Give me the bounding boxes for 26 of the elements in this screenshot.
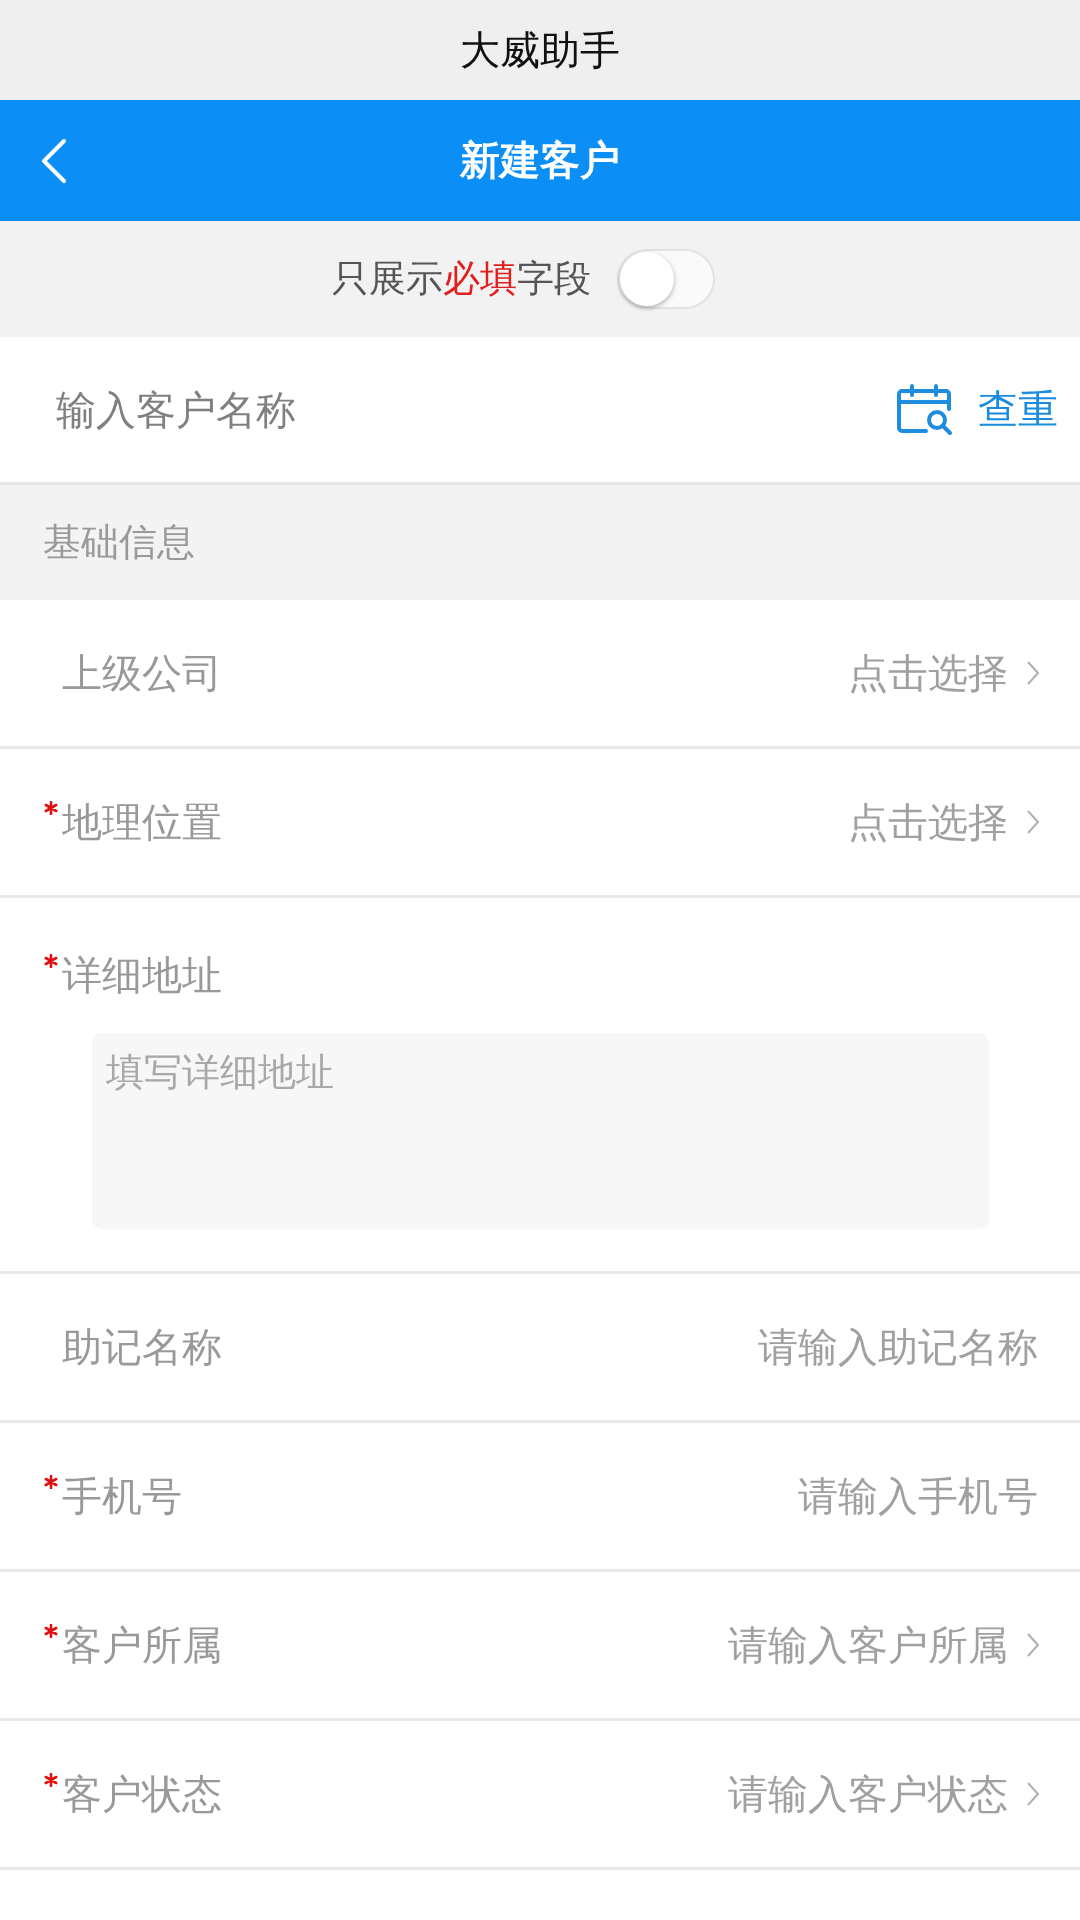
select-picker[interactable]: 请输入客户状态 xyxy=(728,1766,1040,1822)
select-picker[interactable]: 点击选择 xyxy=(848,645,1040,701)
field-label: 详细地址 xyxy=(62,951,222,1000)
address-textarea[interactable]: 填写详细地址 xyxy=(92,1033,989,1229)
chevron-right-icon xyxy=(1026,1781,1040,1807)
back-icon[interactable] xyxy=(40,137,68,184)
chevron-right-icon xyxy=(1026,1632,1040,1658)
section-title: 基础信息 xyxy=(43,519,195,566)
app-title: 大威助手 xyxy=(460,25,620,75)
field-label: 手机号 xyxy=(62,1471,182,1521)
chevron-right-icon xyxy=(1026,809,1040,835)
calendar-search-icon[interactable] xyxy=(896,382,954,437)
field-label: 助记名称 xyxy=(62,1322,222,1372)
page-title: 新建客户 xyxy=(460,136,620,185)
filter-label: 只展示必填字段 xyxy=(331,256,591,302)
select-picker[interactable]: 请输入客户所属 xyxy=(728,1617,1040,1673)
chevron-right-icon xyxy=(1026,660,1040,686)
duplicate-check-button[interactable]: 查重 xyxy=(978,382,1058,437)
field-label: 客户状态 xyxy=(62,1769,222,1819)
field-label: 客户所属 xyxy=(62,1620,222,1670)
select-picker[interactable]: 点击选择 xyxy=(848,794,1040,850)
text-input-field[interactable]: 请输入助记名称 xyxy=(222,1319,1038,1375)
field-label: 地理位置 xyxy=(62,797,222,847)
text-input-field[interactable]: 请输入手机号 xyxy=(182,1468,1038,1524)
customer-name-field[interactable]: 输入客户名称 xyxy=(56,381,872,438)
field-label: 上级公司 xyxy=(62,648,222,698)
